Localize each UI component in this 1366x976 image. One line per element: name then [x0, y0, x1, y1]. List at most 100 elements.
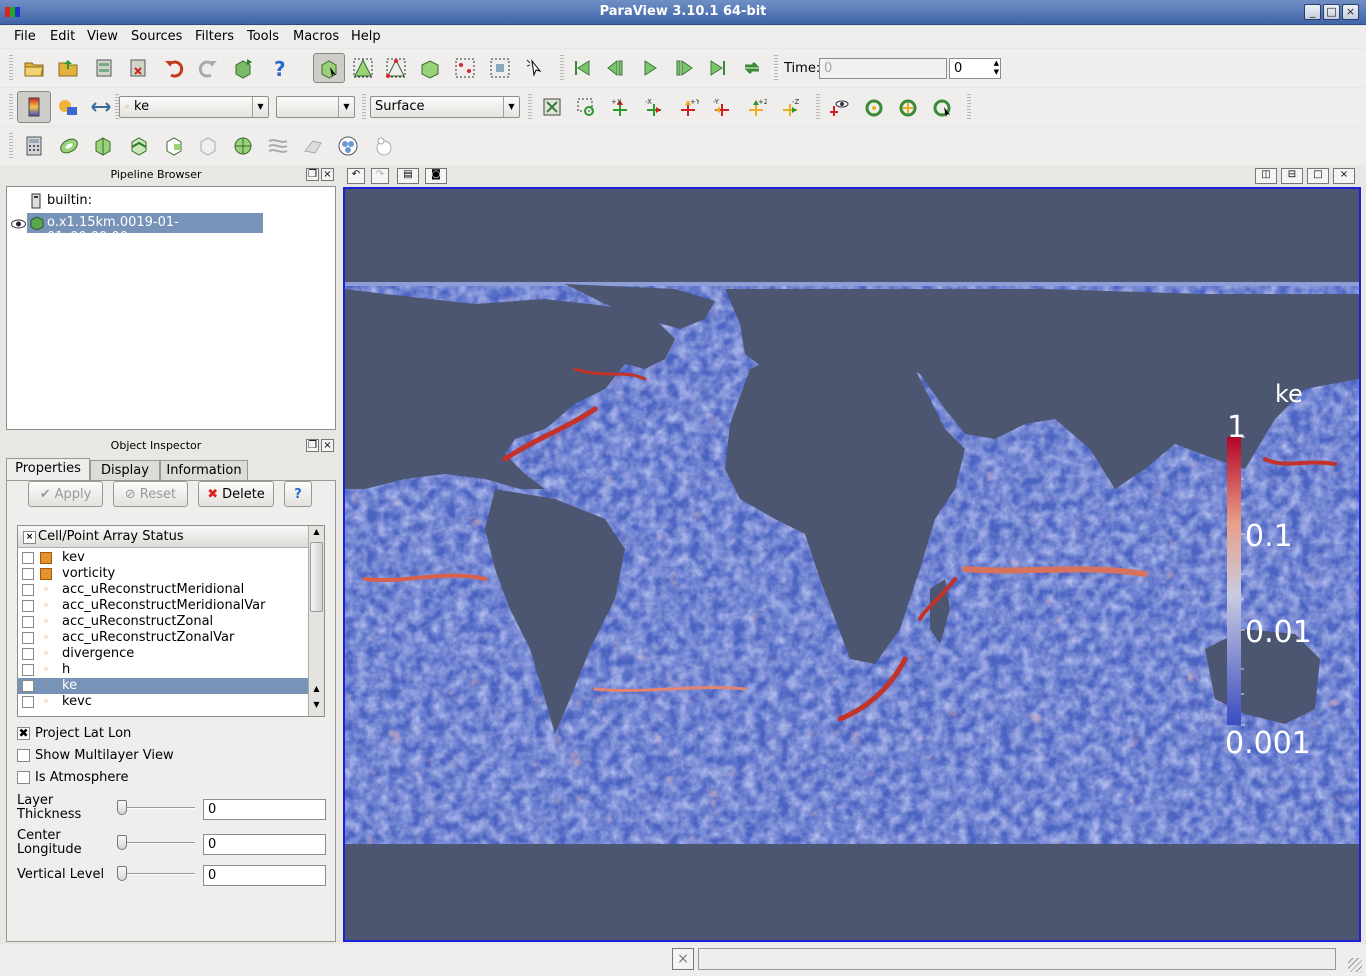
- array-row-kevc[interactable]: ◦ kevc: [18, 694, 308, 710]
- undo-icon[interactable]: [160, 54, 188, 82]
- contour-icon[interactable]: [55, 132, 83, 160]
- atmosphere-checkbox[interactable]: [17, 771, 30, 784]
- calculator-icon[interactable]: [20, 132, 48, 160]
- color-array-select[interactable]: ◦ ke ▼: [119, 96, 269, 118]
- play-icon[interactable]: [636, 54, 664, 82]
- loop-icon[interactable]: [738, 54, 766, 82]
- array-checkbox[interactable]: [22, 664, 34, 676]
- array-row-acc_uReconstructZonal[interactable]: ◦ acc_uReconstructZonal: [18, 614, 308, 630]
- menu-help[interactable]: Help: [351, 29, 381, 44]
- glyph-icon[interactable]: [229, 132, 257, 160]
- split-horizontal-icon[interactable]: ◫: [1255, 168, 1277, 184]
- extract-level-icon[interactable]: [370, 132, 398, 160]
- scroll-up-icon[interactable]: ▲: [310, 527, 323, 541]
- view-plus-x-icon[interactable]: +X: [606, 93, 634, 121]
- select-block-icon[interactable]: [486, 54, 514, 82]
- view-minus-z-icon[interactable]: -Z: [776, 93, 804, 121]
- close-button[interactable]: ×: [1342, 4, 1359, 20]
- menu-view[interactable]: View: [87, 29, 118, 44]
- help-icon[interactable]: ?: [266, 54, 294, 82]
- clear-selection-icon[interactable]: [521, 54, 549, 82]
- time-value-field[interactable]: 0: [819, 58, 947, 79]
- multilayer-checkbox[interactable]: [17, 749, 30, 762]
- scroll-thumb[interactable]: [310, 542, 323, 612]
- array-checkbox[interactable]: [22, 568, 34, 580]
- center-longitude-thumb[interactable]: [117, 835, 127, 850]
- menu-file[interactable]: File: [14, 29, 36, 44]
- array-row-acc_uReconstructMeridional[interactable]: ◦ acc_uReconstructMeridional: [18, 582, 308, 598]
- color-legend-icon[interactable]: [17, 91, 51, 123]
- select-points-through-icon[interactable]: [451, 54, 479, 82]
- toolbar-grip[interactable]: [774, 55, 778, 81]
- component-select[interactable]: ▼: [276, 96, 355, 118]
- menu-macros[interactable]: Macros: [293, 29, 339, 44]
- array-checkbox[interactable]: [22, 696, 34, 708]
- array-checkbox[interactable]: [22, 632, 34, 644]
- menu-tools[interactable]: Tools: [247, 29, 279, 44]
- minimize-button[interactable]: _: [1304, 4, 1321, 20]
- first-frame-icon[interactable]: [568, 54, 596, 82]
- show-center-icon[interactable]: [826, 93, 854, 121]
- layer-thickness-input[interactable]: 0: [203, 799, 326, 820]
- warp-vector-icon[interactable]: [299, 132, 327, 160]
- apply-button[interactable]: ✔ Apply: [28, 481, 103, 507]
- tab-display[interactable]: Display: [90, 460, 160, 481]
- reset-center-icon[interactable]: [860, 93, 888, 121]
- rescale-range-icon[interactable]: [87, 93, 115, 121]
- extract-subset-icon[interactable]: [194, 132, 222, 160]
- project-lat-lon-checkbox[interactable]: ✖: [17, 727, 30, 740]
- pipeline-source-item[interactable]: o.x1.15km.0019-01-01_00.00.00.nc: [27, 213, 263, 245]
- toolbar-grip[interactable]: [9, 94, 13, 120]
- array-checkbox[interactable]: [22, 616, 34, 628]
- resize-grip-icon[interactable]: [1348, 958, 1362, 972]
- toolbar-grip[interactable]: [816, 94, 820, 120]
- ocean-map[interactable]: ke 1 0.1 0.01 0.001: [345, 189, 1359, 940]
- scroll-up-icon[interactable]: ▲: [310, 684, 323, 698]
- select-points-on-icon[interactable]: [382, 54, 410, 82]
- toolbar-grip[interactable]: [560, 55, 564, 81]
- array-row-kev[interactable]: kev: [18, 550, 308, 566]
- scroll-down-icon[interactable]: ▼: [310, 700, 323, 714]
- maximize-view-icon[interactable]: □: [1307, 168, 1329, 184]
- array-checkbox[interactable]: [22, 648, 34, 660]
- representation-select[interactable]: Surface ▼: [370, 96, 520, 118]
- eye-visibility-icon[interactable]: [11, 219, 26, 229]
- toolbar-grip[interactable]: [362, 94, 366, 120]
- center-longitude-input[interactable]: 0: [203, 834, 326, 855]
- maximize-button[interactable]: □: [1323, 4, 1340, 20]
- layer-thickness-slider[interactable]: [117, 807, 195, 809]
- group-datasets-icon[interactable]: [334, 132, 362, 160]
- toggle-all-checkbox[interactable]: ×: [23, 531, 36, 544]
- close-panel-icon[interactable]: ×: [321, 439, 334, 452]
- close-view-icon[interactable]: ×: [1333, 168, 1355, 184]
- close-panel-icon[interactable]: ×: [321, 168, 334, 181]
- delete-button[interactable]: ✖ Delete: [198, 481, 274, 507]
- cancel-progress-icon[interactable]: ×: [672, 948, 694, 970]
- array-checkbox[interactable]: ✖: [22, 680, 34, 692]
- pick-center-icon[interactable]: [894, 93, 922, 121]
- array-list-scrollbar[interactable]: ▲ ▲ ▼: [308, 526, 324, 716]
- array-row-divergence[interactable]: ◦ divergence: [18, 646, 308, 662]
- toolbar-grip[interactable]: [967, 94, 971, 120]
- edit-color-map-icon[interactable]: [54, 93, 82, 121]
- screenshot-icon[interactable]: ◙: [425, 168, 447, 184]
- vertical-level-input[interactable]: 0: [203, 865, 326, 886]
- reset-session-icon[interactable]: [229, 54, 257, 82]
- load-state-icon[interactable]: [54, 54, 82, 82]
- float-panel-icon[interactable]: ❐: [306, 168, 319, 181]
- open-file-icon[interactable]: [20, 54, 48, 82]
- layer-thickness-thumb[interactable]: [117, 800, 127, 815]
- view-plus-y-icon[interactable]: +Y: [674, 93, 702, 121]
- view-camera-redo-icon[interactable]: ↷: [371, 168, 389, 184]
- menu-sources[interactable]: Sources: [131, 29, 182, 44]
- reset-button[interactable]: ⊘ Reset: [113, 481, 188, 507]
- slice-icon[interactable]: [125, 132, 153, 160]
- vertical-level-thumb[interactable]: [117, 866, 127, 881]
- array-row-vorticity[interactable]: vorticity: [18, 566, 308, 582]
- toolbar-grip[interactable]: [528, 94, 532, 120]
- split-vertical-icon[interactable]: ⊟: [1281, 168, 1303, 184]
- tab-properties[interactable]: Properties: [6, 458, 90, 481]
- toolbar-grip[interactable]: [9, 133, 13, 159]
- view-settings-icon[interactable]: ▤: [397, 168, 419, 184]
- select-cells-through-icon[interactable]: [416, 54, 444, 82]
